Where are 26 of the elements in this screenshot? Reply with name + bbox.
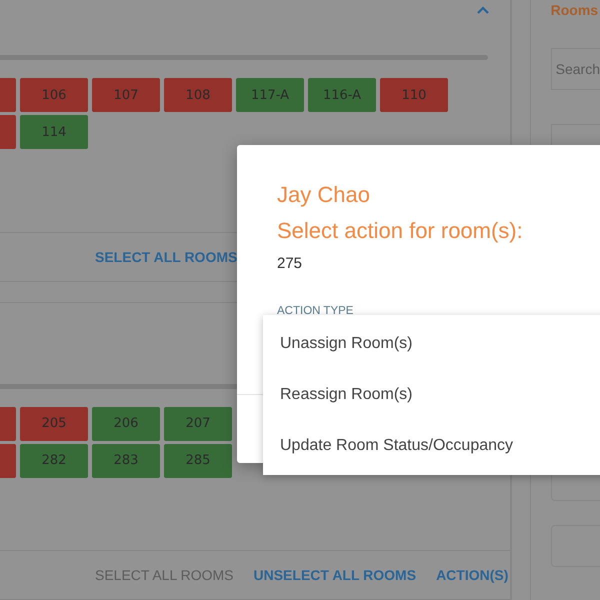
- menu-item[interactable]: Reassign Room(s): [263, 386, 600, 404]
- action-link[interactable]: SELECT ALL ROOMS: [95, 248, 238, 265]
- modal-heading: Select action for room(s):: [277, 217, 524, 245]
- action-link[interactable]: ACTION(S): [436, 567, 508, 583]
- room-tile[interactable]: 117-A: [236, 78, 304, 112]
- room-tile[interactable]: 285: [164, 444, 232, 478]
- room-tile[interactable]: 207: [164, 406, 232, 441]
- room-tile[interactable]: 107: [92, 78, 160, 112]
- room-tile[interactable]: 206: [92, 406, 160, 441]
- room-tile[interactable]: 114: [20, 115, 88, 149]
- room-tile[interactable]: 110: [380, 78, 448, 112]
- action-link[interactable]: UNSELECT ALL ROOMS: [254, 567, 416, 583]
- sidebar-title: Rooms: [550, 2, 600, 18]
- menu-item[interactable]: Unassign Room(s): [263, 335, 600, 354]
- room-tile[interactable]: 106: [20, 78, 88, 112]
- search-field[interactable]: Search: [550, 48, 600, 90]
- room-tile[interactable]: 108: [164, 78, 232, 112]
- room-list: 275: [277, 255, 600, 272]
- field-label: ACTION TYPE: [277, 305, 354, 317]
- guest-name: Jay Chao: [277, 181, 371, 209]
- room-tile[interactable]: 283: [92, 444, 160, 478]
- menu-item[interactable]: Update Room Status/Occupancy: [263, 436, 600, 455]
- chevron-up-icon[interactable]: [476, 6, 490, 15]
- room-tile[interactable]: 282: [20, 444, 88, 478]
- room-tile[interactable]: 205: [20, 406, 88, 441]
- room-tile[interactable]: 116-A: [308, 78, 376, 112]
